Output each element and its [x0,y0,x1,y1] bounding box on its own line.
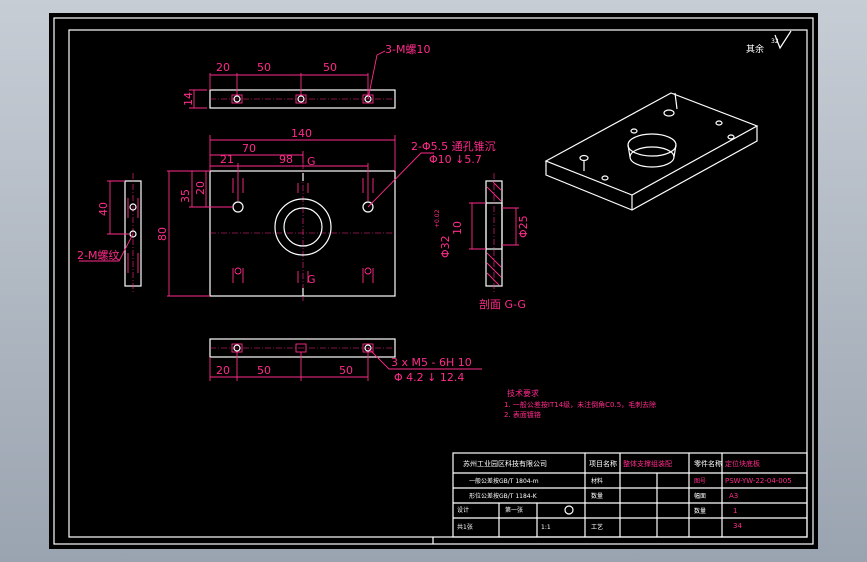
svg-text:材料: 材料 [591,477,603,485]
svg-text:Φ 4.2 ↓ 12.4: Φ 4.2 ↓ 12.4 [394,371,464,384]
svg-text:剖面 G-G: 剖面 G-G [479,297,526,311]
top-view: 20 50 50 14 3-M螺10 [182,43,430,109]
front-view: 140 70 21 98 G G 80 35 20 2-Φ5.5 通孔锥沉 Φ1… [156,127,496,303]
svg-text:10: 10 [451,221,464,235]
svg-text:零件名称: 零件名称 [694,459,722,468]
title-block: 苏州工业园区科技有限公司 一般公差按GB/T 1804-m 形位公差按GB/T … [452,452,808,538]
svg-text:20: 20 [216,364,230,377]
svg-text:苏州工业园区科技有限公司: 苏州工业园区科技有限公司 [463,459,547,468]
svg-text:2-M螺纹: 2-M螺纹 [77,248,119,262]
svg-text:2-Φ5.5 通孔锥沉: 2-Φ5.5 通孔锥沉 [411,140,496,153]
svg-text:2. 表面镀铬: 2. 表面镀铬 [504,410,541,419]
svg-text:50: 50 [339,364,353,377]
left-view: 40 2-M螺纹 [77,173,142,293]
svg-text:整体支撑组装配: 整体支撑组装配 [623,459,672,468]
svg-text:140: 140 [291,127,312,140]
svg-text:34: 34 [733,522,742,530]
svg-text:20: 20 [216,61,230,74]
svg-text:98: 98 [279,153,293,166]
svg-text:80: 80 [156,227,169,241]
svg-text:20: 20 [194,181,207,195]
technical-requirements: 技术要求 1. 一般公差按IT14级，未注倒角C0.5，毛刺去除 2. 表面镀铬 [504,388,656,419]
svg-text:定位块底板: 定位块底板 [725,459,760,468]
svg-text:1. 一般公差按IT14级，未注倒角C0.5，毛刺去除: 1. 一般公差按IT14级，未注倒角C0.5，毛刺去除 [504,400,656,409]
svg-text:Φ25: Φ25 [517,215,530,238]
svg-text:50: 50 [257,61,271,74]
svg-text:设计: 设计 [457,506,469,514]
svg-text:数量: 数量 [694,507,706,515]
svg-text:一般公差按GB/T 1804-m: 一般公差按GB/T 1804-m [469,477,539,485]
svg-text:技术要求: 技术要求 [507,388,539,398]
svg-text:PSW-YW-22-04-005: PSW-YW-22-04-005 [725,477,792,485]
bottom-view: 20 50 50 3 x M5 - 6H 10 Φ 4.2 ↓ 12.4 [209,338,482,384]
svg-text:3 x M5 - 6H 10: 3 x M5 - 6H 10 [391,356,472,369]
svg-text:1: 1 [733,507,737,515]
section-view: 10 Φ32 +0.02 Φ25 剖面 G-G [434,173,530,311]
svg-text:G: G [307,155,316,168]
svg-text:14: 14 [182,92,195,106]
svg-text:工艺: 工艺 [591,523,603,531]
svg-text:40: 40 [97,202,110,216]
svg-text:其余: 其余 [746,43,764,55]
svg-text:3-M螺10: 3-M螺10 [385,43,430,56]
svg-text:35: 35 [179,189,192,203]
svg-text:+0.02: +0.02 [434,209,441,228]
svg-text:形位公差按GB/T 1184-K: 形位公差按GB/T 1184-K [469,492,538,500]
svg-text:幅面: 幅面 [694,492,706,500]
svg-text:A3: A3 [729,492,738,500]
svg-text:共1张: 共1张 [457,523,473,531]
drawing-sheet: 其余 32 20 50 50 14 3-M螺10 140 70 21 98 G … [49,13,818,549]
svg-text:32: 32 [771,38,779,45]
svg-text:50: 50 [323,61,337,74]
svg-text:项目名称: 项目名称 [589,459,617,468]
svg-text:Φ32: Φ32 [439,235,452,258]
svg-text:图号: 图号 [694,478,706,485]
roughness-symbol: 其余 32 [746,30,792,55]
svg-text:数量: 数量 [591,492,603,500]
svg-text:1:1: 1:1 [541,524,551,531]
svg-text:21: 21 [220,153,234,166]
isometric-view [544,92,759,211]
svg-text:Φ10 ↓5.7: Φ10 ↓5.7 [429,153,482,166]
svg-text:50: 50 [257,364,271,377]
svg-text:G: G [307,273,316,286]
cad-drawing: 其余 32 20 50 50 14 3-M螺10 140 70 21 98 G … [53,17,814,545]
svg-text:第一张: 第一张 [505,506,523,514]
svg-text:70: 70 [242,142,256,155]
